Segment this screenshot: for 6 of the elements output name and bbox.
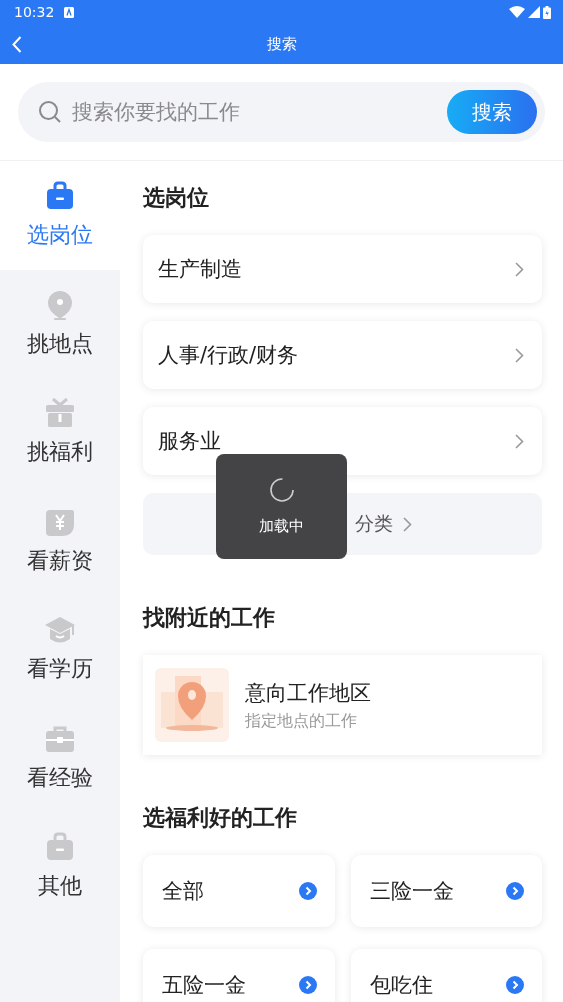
loading-text: 加载中 bbox=[259, 517, 304, 536]
status-time: 10:32 bbox=[14, 4, 55, 20]
section-title: 找附近的工作 bbox=[143, 604, 276, 632]
page-title: 搜索 bbox=[266, 34, 297, 54]
section-title: 选福利好的工作 bbox=[143, 804, 298, 832]
section-title: 选岗位 bbox=[143, 184, 210, 212]
